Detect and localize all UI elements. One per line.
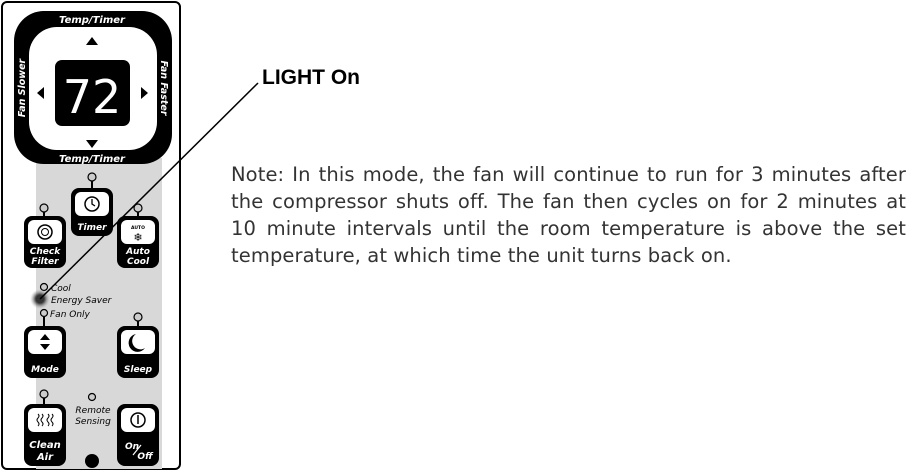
- sleep-label: Sleep: [124, 365, 153, 375]
- fan-faster-label: Fan Faster: [158, 60, 169, 116]
- snowflake-icon: ❄: [133, 231, 142, 244]
- fan-only-indicator-light: [39, 308, 49, 318]
- fan-only-label: Fan Only: [50, 310, 91, 320]
- auto-cool-button[interactable]: AUTO ❄ Auto Cool: [117, 216, 159, 268]
- mode-button[interactable]: Mode: [24, 326, 66, 378]
- auto-cool-label-line1: Auto: [125, 247, 150, 257]
- callout-label: LIGHT On: [262, 66, 360, 89]
- check-filter-indicator-light: [39, 203, 49, 213]
- clean-air-indicator-light: [39, 389, 49, 399]
- note-text: Note: In this mode, the fan will continu…: [231, 163, 906, 267]
- temp-timer-top-label: Temp/Timer: [59, 15, 126, 26]
- timer-button[interactable]: Timer: [71, 188, 113, 236]
- sleep-indicator-light: [133, 312, 143, 322]
- check-filter-button[interactable]: Check Filter: [24, 216, 66, 268]
- sleep-button[interactable]: Sleep: [117, 326, 159, 378]
- temp-timer-bottom-label: Temp/Timer: [59, 154, 126, 165]
- auto-cool-label-line2: Cool: [127, 257, 150, 267]
- check-filter-label-line2: Filter: [31, 257, 59, 267]
- off-label: Off: [137, 452, 154, 462]
- clean-air-button[interactable]: Clean Air: [24, 404, 66, 466]
- check-filter-label-line1: Check: [30, 247, 61, 257]
- remote-sensing-indicator-light: [87, 392, 97, 402]
- timer-label: Timer: [77, 223, 107, 233]
- clean-air-label-line1: Clean: [29, 440, 60, 451]
- remote-sensing-label-line2: Sensing: [75, 417, 111, 427]
- temperature-value: 72: [63, 70, 122, 124]
- remote-sensor-dot: [85, 454, 99, 468]
- mode-label: Mode: [31, 365, 59, 375]
- diagram: 72 Temp/Timer Temp/Timer Fan Slower Fan …: [0, 0, 918, 471]
- timer-indicator-light: [87, 172, 97, 182]
- on-off-button[interactable]: On Off: [117, 404, 159, 466]
- energy-saver-label: Energy Saver: [51, 296, 113, 306]
- clean-air-label-line2: Air: [36, 452, 54, 463]
- fan-slower-label: Fan Slower: [17, 57, 28, 117]
- remote-sensing-label-line1: Remote: [75, 406, 111, 416]
